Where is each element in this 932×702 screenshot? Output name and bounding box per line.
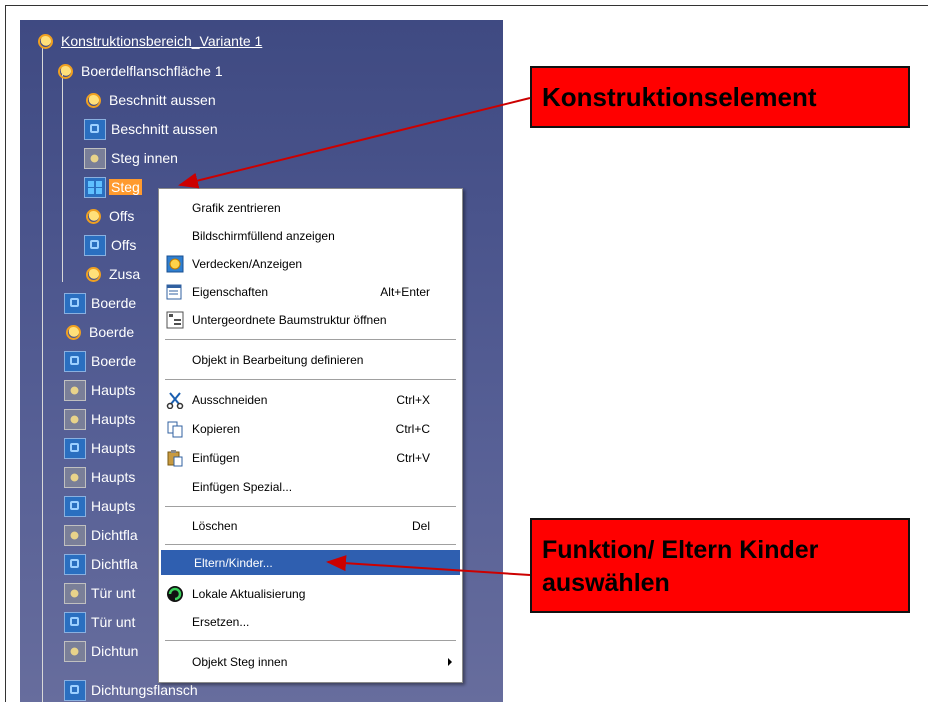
annotation-arrows [178,97,531,576]
arrow-to-steg-node [178,97,531,189]
arrow-to-eltern-kinder [326,555,531,576]
